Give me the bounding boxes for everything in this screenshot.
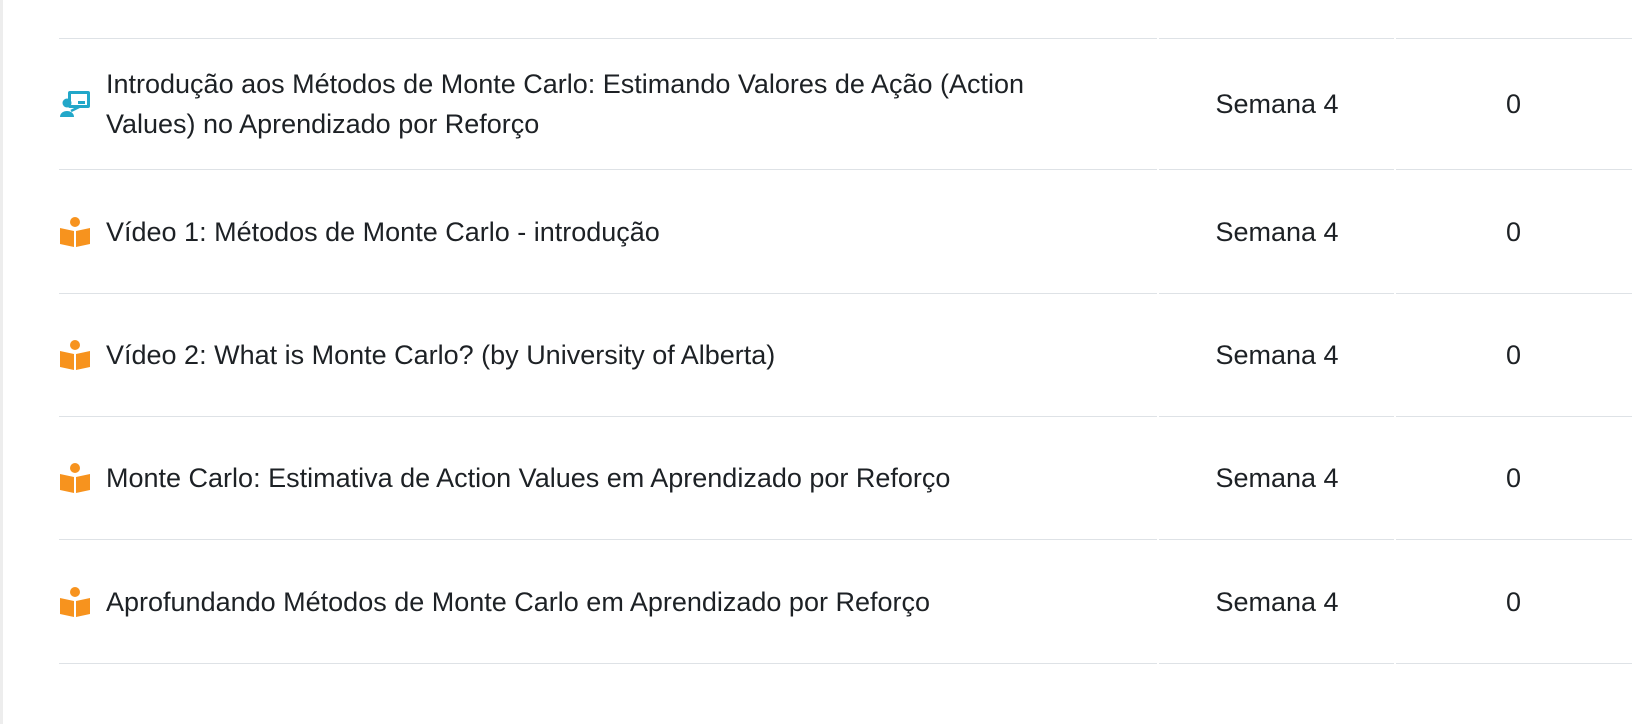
- activity-table: Introdução aos Métodos de Monte Carlo: E…: [59, 0, 1632, 664]
- section-cell: Semana 4: [1157, 458, 1395, 498]
- section-cell: Semana 4: [1157, 581, 1395, 622]
- column-divider: [1157, 0, 1159, 700]
- section-label: Semana 4: [1215, 586, 1339, 617]
- count-cell: 0: [1395, 212, 1632, 252]
- activity-name-cell: Vídeo 1: Métodos de Monte Carlo - introd…: [59, 212, 1157, 252]
- activity-link[interactable]: Vídeo 2: What is Monte Carlo? (by Univer…: [106, 335, 775, 375]
- count-value: 0: [1505, 340, 1522, 370]
- activity-name-cell: Vídeo 2: What is Monte Carlo? (by Univer…: [59, 335, 1157, 375]
- table-top-spacer: [59, 0, 1632, 38]
- section-label: Semana 4: [1215, 89, 1339, 119]
- section-label: Semana 4: [1215, 340, 1339, 370]
- count-cell: 0: [1395, 84, 1632, 124]
- table-row: Aprofundando Métodos de Monte Carlo em A…: [59, 539, 1632, 664]
- activity-name-cell: Aprofundando Métodos de Monte Carlo em A…: [59, 582, 1157, 622]
- count-value: 0: [1505, 89, 1522, 119]
- book-reader-icon: [59, 463, 93, 493]
- activity-name-cell: Introdução aos Métodos de Monte Carlo: E…: [59, 64, 1157, 144]
- section-cell: Semana 4: [1157, 335, 1395, 375]
- section-cell: Semana 4: [1157, 84, 1395, 124]
- count-value: 0: [1505, 216, 1522, 247]
- activity-name-cell: Monte Carlo: Estimativa de Action Values…: [59, 458, 1157, 498]
- count-cell: 0: [1395, 582, 1632, 622]
- activity-link[interactable]: Monte Carlo: Estimativa de Action Values…: [106, 458, 950, 498]
- activity-link[interactable]: Aprofundando Métodos de Monte Carlo em A…: [106, 582, 930, 622]
- table-row: Introdução aos Métodos de Monte Carlo: E…: [59, 38, 1632, 169]
- count-cell: 0: [1395, 335, 1632, 375]
- activity-link[interactable]: Introdução aos Métodos de Monte Carlo: E…: [106, 64, 1117, 144]
- table-row: Monte Carlo: Estimativa de Action Values…: [59, 416, 1632, 539]
- book-reader-icon: [59, 340, 93, 370]
- count-cell: 0: [1395, 458, 1632, 498]
- section-cell: Semana 4: [1157, 211, 1395, 252]
- table-row: Vídeo 2: What is Monte Carlo? (by Univer…: [59, 293, 1632, 416]
- table-row: Vídeo 1: Métodos de Monte Carlo - introd…: [59, 169, 1632, 293]
- section-label: Semana 4: [1215, 463, 1339, 493]
- column-divider: [1394, 0, 1396, 700]
- activity-link[interactable]: Vídeo 1: Métodos de Monte Carlo - introd…: [106, 212, 660, 252]
- book-reader-icon: [59, 586, 93, 617]
- lesson-icon: [59, 89, 93, 119]
- count-value: 0: [1505, 463, 1522, 493]
- book-reader-icon: [59, 216, 93, 247]
- page-left-edge: [0, 0, 3, 724]
- section-label: Semana 4: [1215, 216, 1339, 247]
- count-value: 0: [1505, 586, 1522, 617]
